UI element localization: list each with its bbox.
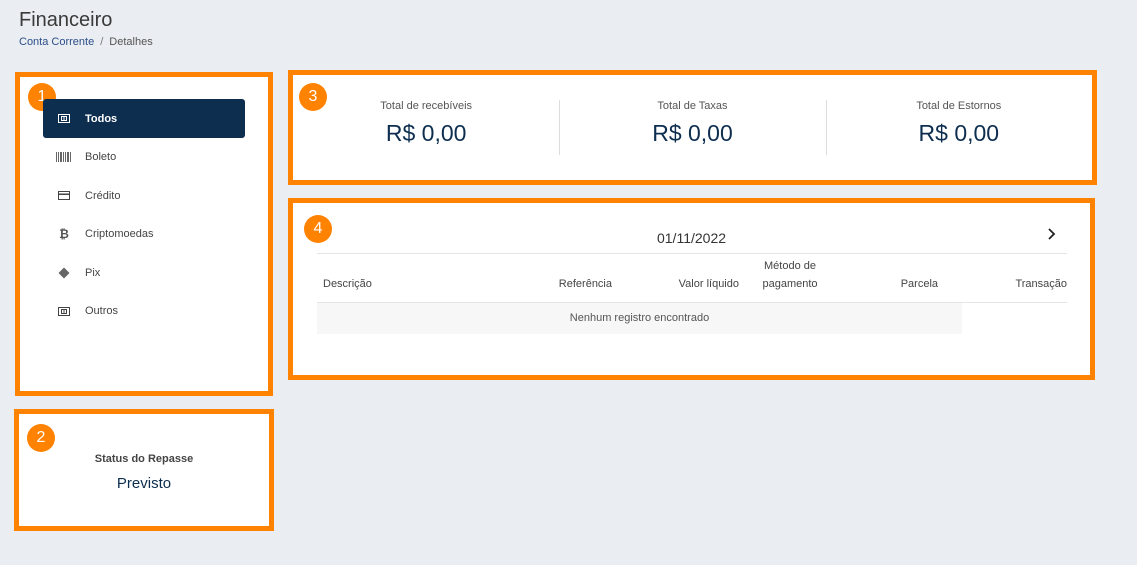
status-label: Status do Repasse <box>94 453 194 465</box>
current-date: 01/11/2022 <box>656 230 727 246</box>
total-value: R$ 0,00 <box>652 120 733 146</box>
marker-2: 2 <box>27 424 55 452</box>
column-header-line: pagamento <box>762 278 818 290</box>
totals-panel: 3 Total de recebíveis R$ 0,00 Total de T… <box>288 70 1097 185</box>
menu-item-label: Pix <box>85 266 101 279</box>
menu-item-label: Todos <box>85 112 118 125</box>
payment-method-panel: 1 Todos Boleto Crédito ₿ Criptomoedas Pi… <box>15 72 273 396</box>
column-header-valor-liquido[interactable]: Valor líquido <box>612 275 739 302</box>
menu-item-label: Boleto <box>85 151 117 164</box>
column-header-referencia[interactable]: Referência <box>507 275 612 302</box>
column-header-metodo-pagamento[interactable]: Método de pagamento <box>739 257 841 302</box>
cash-icon <box>55 304 73 318</box>
total-value: R$ 0,00 <box>385 120 467 146</box>
total-label: Total de recebíveis <box>380 100 473 112</box>
transfer-status-panel: 2 Status do Repasse Previsto <box>14 409 274 531</box>
table-header: Descrição Referência Valor líquido Métod… <box>317 253 1067 303</box>
transactions-panel: 4 01/11/2022 Descrição Referência Valor … <box>288 198 1095 380</box>
menu-item-boleto[interactable]: Boleto <box>43 138 245 177</box>
menu-item-pix[interactable]: Pix <box>43 254 245 293</box>
column-header-transacao[interactable]: Transação <box>938 275 1067 302</box>
total-label: Total de Estornos <box>916 100 1002 112</box>
menu-item-label: Outros <box>85 305 119 318</box>
empty-state-row: Nenhum registro encontrado <box>317 303 962 334</box>
chevron-right-icon[interactable] <box>1045 226 1059 242</box>
menu-item-criptomoedas[interactable]: ₿ Criptomoedas <box>43 215 245 254</box>
page-title: Financeiro <box>19 9 113 31</box>
barcode-icon <box>55 150 73 164</box>
breadcrumb-link-conta-corrente[interactable]: Conta Corrente <box>19 36 94 48</box>
breadcrumb-separator: / <box>100 36 104 48</box>
bitcoin-icon: ₿ <box>59 227 69 242</box>
breadcrumb: Conta Corrente / Detalhes <box>19 36 153 48</box>
payment-method-menu: Todos Boleto Crédito ₿ Criptomoedas Pix <box>43 99 245 331</box>
total-chargebacks: Total de Estornos R$ 0,00 <box>825 97 1092 155</box>
total-receivables: Total de recebíveis R$ 0,00 <box>293 97 559 155</box>
column-header-line: Método de <box>764 260 816 272</box>
menu-item-label: Crédito <box>85 189 121 202</box>
cash-icon <box>55 112 73 126</box>
total-label: Total de Taxas <box>657 100 728 112</box>
column-header-descricao[interactable]: Descrição <box>317 275 507 302</box>
menu-item-todos[interactable]: Todos <box>43 99 245 138</box>
menu-item-label: Criptomoedas <box>85 228 154 241</box>
status-value: Previsto <box>116 475 172 492</box>
menu-item-outros[interactable]: Outros <box>43 292 245 331</box>
menu-item-credito[interactable]: Crédito <box>43 177 245 216</box>
breadcrumb-current: Detalhes <box>109 36 153 48</box>
total-value: R$ 0,00 <box>918 120 1000 146</box>
credit-card-icon <box>55 189 73 203</box>
transactions-table: Descrição Referência Valor líquido Métod… <box>317 253 1067 334</box>
column-header-parcela[interactable]: Parcela <box>841 275 938 302</box>
pix-icon <box>55 266 73 280</box>
total-fees: Total de Taxas R$ 0,00 <box>559 97 825 155</box>
